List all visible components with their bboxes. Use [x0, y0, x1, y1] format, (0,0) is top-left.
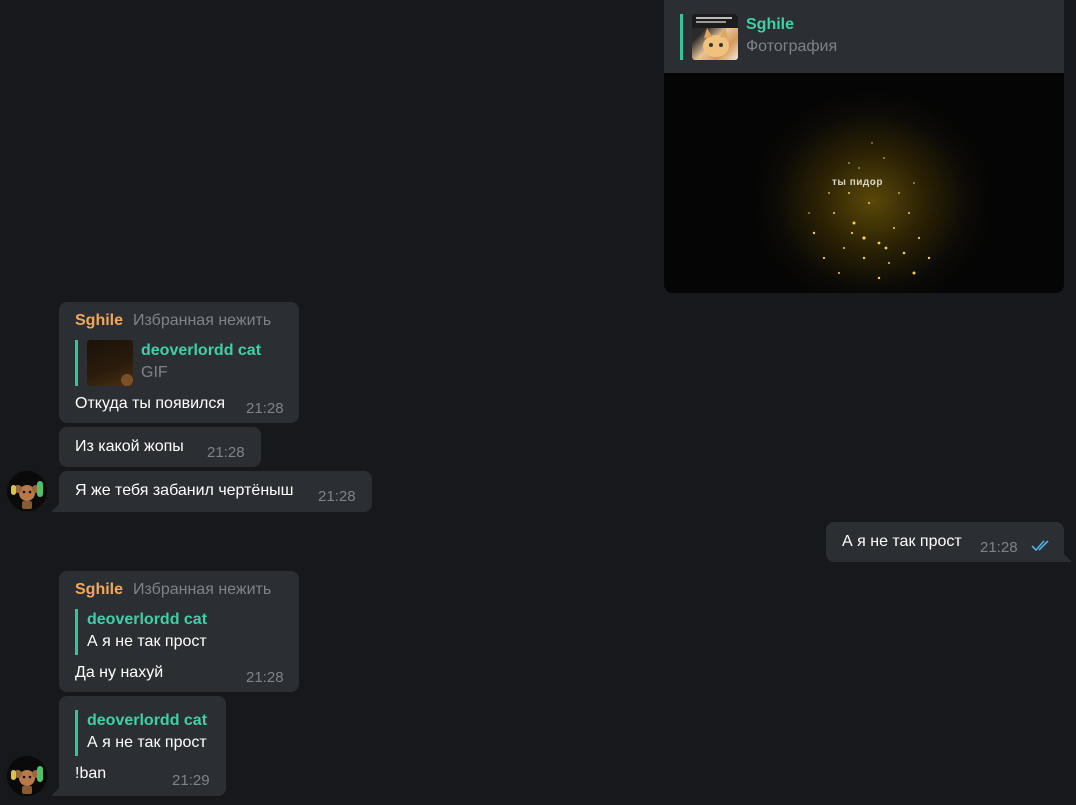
reply-type-label: GIF	[141, 364, 168, 381]
sender-title: Избранная нежить	[133, 312, 272, 329]
reply-sender-name: Sghile	[746, 16, 795, 33]
reply-photo-thumbnail	[692, 14, 738, 60]
sender-title: Избранная нежить	[133, 581, 272, 598]
double-check-icon	[1031, 540, 1049, 552]
reply-preview[interactable]: deoverlordd cat А я не так прост	[75, 609, 255, 655]
cat-thumbnail-icon	[692, 14, 738, 57]
message-time: 21:29	[172, 772, 210, 789]
sender-name[interactable]: Sghile	[75, 312, 123, 329]
bubble-tail	[1062, 552, 1072, 562]
incoming-message[interactable]: Sghile Избранная нежить deoverlordd cat G…	[59, 302, 299, 423]
outgoing-message[interactable]: А я не так прост 21:28	[826, 522, 1072, 562]
message-text: Откуда ты появился	[75, 395, 226, 412]
reply-text: А я не так прост	[87, 734, 207, 751]
message-text: Я же тебя забанил чертёныш	[75, 482, 294, 499]
incoming-message[interactable]: Я же тебя забанил чертёныш 21:28	[51, 471, 372, 512]
reply-preview[interactable]: Sghile Фотография	[680, 14, 1050, 60]
gif-thumbnail-icon	[121, 374, 133, 386]
bubble-tail	[51, 786, 61, 796]
reply-sender-name: deoverlordd cat	[141, 342, 262, 359]
incoming-message[interactable]: Sghile Избранная нежить deoverlordd cat А…	[59, 571, 299, 692]
bubble-tail	[51, 502, 61, 512]
sender-name[interactable]: Sghile	[75, 581, 123, 598]
sender-line: Sghile Избранная нежить	[75, 312, 271, 330]
photo-attachment[interactable]: ты пидор	[664, 73, 1064, 293]
reply-sender-name: deoverlordd cat	[87, 712, 208, 729]
incoming-message[interactable]: deoverlordd cat А я не так прост !ban 21…	[51, 696, 226, 796]
message-time: 21:28	[246, 400, 284, 417]
sender-line: Sghile Избранная нежить	[75, 581, 271, 599]
reply-preview[interactable]: deoverlordd cat А я не так прост	[75, 710, 215, 756]
message-time: 21:28	[980, 539, 1018, 556]
sender-avatar[interactable]	[7, 756, 47, 796]
message-time: 21:28	[207, 444, 245, 461]
reply-type-label: Фотография	[746, 38, 838, 55]
photo-caption-text: ты пидор	[832, 177, 883, 188]
reply-gif-thumbnail	[87, 340, 133, 386]
message-text: Из какой жопы	[75, 438, 184, 455]
incoming-message[interactable]: Из какой жопы 21:28	[59, 427, 261, 467]
sender-avatar[interactable]	[7, 471, 47, 511]
message-text: А я не так прост	[842, 533, 962, 550]
reply-text: А я не так прост	[87, 633, 207, 650]
message-text: Да ну нахуй	[75, 664, 164, 681]
monkey-avatar-icon	[7, 756, 47, 796]
message-text: !ban	[75, 765, 107, 782]
monkey-avatar-icon	[7, 471, 47, 511]
reply-preview[interactable]: deoverlordd cat GIF	[75, 340, 283, 386]
outgoing-photo-message[interactable]: Sghile Фотография ты пидор	[664, 0, 1064, 293]
message-time: 21:28	[246, 669, 284, 686]
reply-sender-name: deoverlordd cat	[87, 611, 208, 628]
message-time: 21:28	[318, 488, 356, 505]
